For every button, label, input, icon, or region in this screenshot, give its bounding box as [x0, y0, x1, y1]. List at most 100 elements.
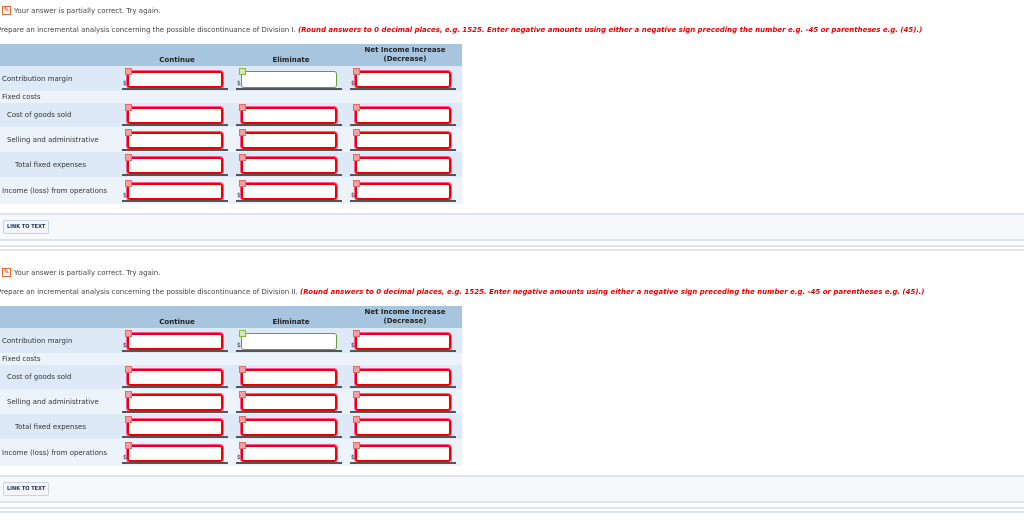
header-blank — [0, 44, 120, 66]
partially-correct-icon: ✎ — [2, 6, 11, 15]
net-income-input[interactable] — [354, 130, 452, 150]
underline — [236, 148, 342, 151]
underline — [122, 173, 228, 176]
empty-cell — [348, 353, 462, 365]
continue-input[interactable] — [126, 368, 224, 387]
underline — [236, 349, 342, 352]
net-income-input[interactable] — [354, 106, 452, 125]
continue-input[interactable] — [126, 130, 224, 150]
input-cell — [120, 414, 234, 439]
continue-input[interactable] — [126, 331, 224, 351]
underline — [350, 349, 456, 352]
header-net-income: Net Income Increase (Decrease) — [348, 306, 462, 328]
input-cell — [234, 103, 348, 127]
continue-input[interactable] — [126, 69, 224, 89]
eliminate-input[interactable] — [241, 70, 337, 88]
incorrect-icon — [125, 153, 132, 161]
question-part-1: ✎ Your answer is partially correct. Try a… — [0, 0, 1024, 262]
incorrect-icon — [239, 104, 246, 111]
status-message: ✎ Your answer is partially correct. Try a… — [2, 6, 160, 15]
underline — [236, 199, 342, 202]
partially-correct-icon: ✎ — [2, 268, 11, 277]
instructions: Prepare an incremental analysis concerni… — [0, 26, 922, 34]
incorrect-icon — [125, 366, 132, 373]
rounding-note: (Round answers to 0 decimal places, e.g.… — [297, 26, 923, 34]
row-label: Cost of goods sold — [0, 365, 120, 389]
incorrect-icon — [125, 390, 132, 398]
row-label: Selling and administrative — [0, 127, 120, 152]
underline — [350, 435, 456, 438]
eliminate-input[interactable] — [240, 443, 338, 463]
input-cell — [348, 414, 462, 439]
input-cell — [120, 152, 234, 177]
eliminate-input[interactable] — [240, 392, 338, 412]
header-net-income-text: Net Income Increase (Decrease) — [364, 308, 446, 325]
table-row: Selling and administrative — [0, 389, 462, 414]
underline — [122, 386, 228, 388]
row-label: Contribution margin — [0, 66, 120, 91]
table-row: Fixed costs — [0, 353, 462, 365]
continue-input[interactable] — [126, 181, 224, 201]
incorrect-icon — [239, 179, 246, 187]
eliminate-input[interactable] — [240, 106, 338, 125]
input-cell — [234, 414, 348, 439]
empty-cell — [348, 91, 462, 103]
link-to-text-button[interactable]: LINK TO TEXT — [3, 220, 50, 234]
empty-cell — [120, 91, 234, 103]
net-income-input[interactable] — [354, 331, 452, 351]
eliminate-input[interactable] — [240, 130, 338, 150]
net-income-input[interactable] — [354, 443, 452, 463]
input-cell — [234, 127, 348, 152]
net-income-input[interactable] — [354, 417, 452, 437]
divider — [0, 245, 1024, 251]
incorrect-icon — [125, 441, 132, 449]
row-label: Total fixed expenses — [0, 414, 120, 439]
incorrect-icon — [125, 67, 132, 75]
eliminate-input[interactable] — [241, 332, 337, 350]
input-cell — [348, 127, 462, 152]
net-income-input[interactable] — [354, 181, 452, 201]
underline — [350, 148, 456, 151]
continue-input[interactable] — [126, 417, 224, 437]
net-income-input[interactable] — [354, 368, 452, 387]
incorrect-icon — [353, 104, 360, 111]
input-cell — [120, 365, 234, 389]
input-cell — [348, 103, 462, 127]
net-income-input[interactable] — [354, 155, 452, 175]
eliminate-input[interactable] — [240, 181, 338, 201]
continue-input[interactable] — [126, 443, 224, 463]
eliminate-input[interactable] — [240, 155, 338, 175]
underline — [122, 199, 228, 202]
header-eliminate: Eliminate — [234, 44, 348, 66]
eliminate-input[interactable] — [240, 417, 338, 437]
row-label: Income (loss) from operations — [0, 439, 120, 466]
underline — [236, 173, 342, 176]
status-message: ✎ Your answer is partially correct. Try a… — [2, 268, 160, 277]
continue-input[interactable] — [126, 392, 224, 412]
row-label: Income (loss) from operations — [0, 177, 120, 204]
input-cell: $ — [120, 328, 234, 353]
link-to-text-button[interactable]: LINK TO TEXT — [3, 482, 50, 496]
input-cell: $ — [120, 66, 234, 91]
continue-input[interactable] — [126, 106, 224, 125]
eliminate-input[interactable] — [240, 368, 338, 387]
header-continue: Continue — [120, 306, 234, 328]
header-continue: Continue — [120, 44, 234, 66]
empty-cell — [120, 353, 234, 365]
underline — [350, 87, 456, 90]
row-label: Selling and administrative — [0, 389, 120, 414]
underline — [350, 386, 456, 388]
incorrect-icon — [353, 366, 360, 373]
continue-input[interactable] — [126, 155, 224, 175]
question-part-2: ✎ Your answer is partially correct. Try a… — [0, 262, 1024, 524]
link-bar: LINK TO TEXT — [0, 213, 1024, 241]
incorrect-icon — [125, 104, 132, 111]
net-income-input[interactable] — [354, 392, 452, 412]
net-income-input[interactable] — [354, 69, 452, 89]
instruction-text: Prepare an incremental analysis concerni… — [0, 26, 296, 34]
link-bar: LINK TO TEXT — [0, 475, 1024, 503]
correct-icon — [239, 67, 246, 75]
incorrect-icon — [353, 67, 360, 75]
incorrect-icon — [353, 415, 360, 423]
input-cell: $ — [234, 439, 348, 466]
